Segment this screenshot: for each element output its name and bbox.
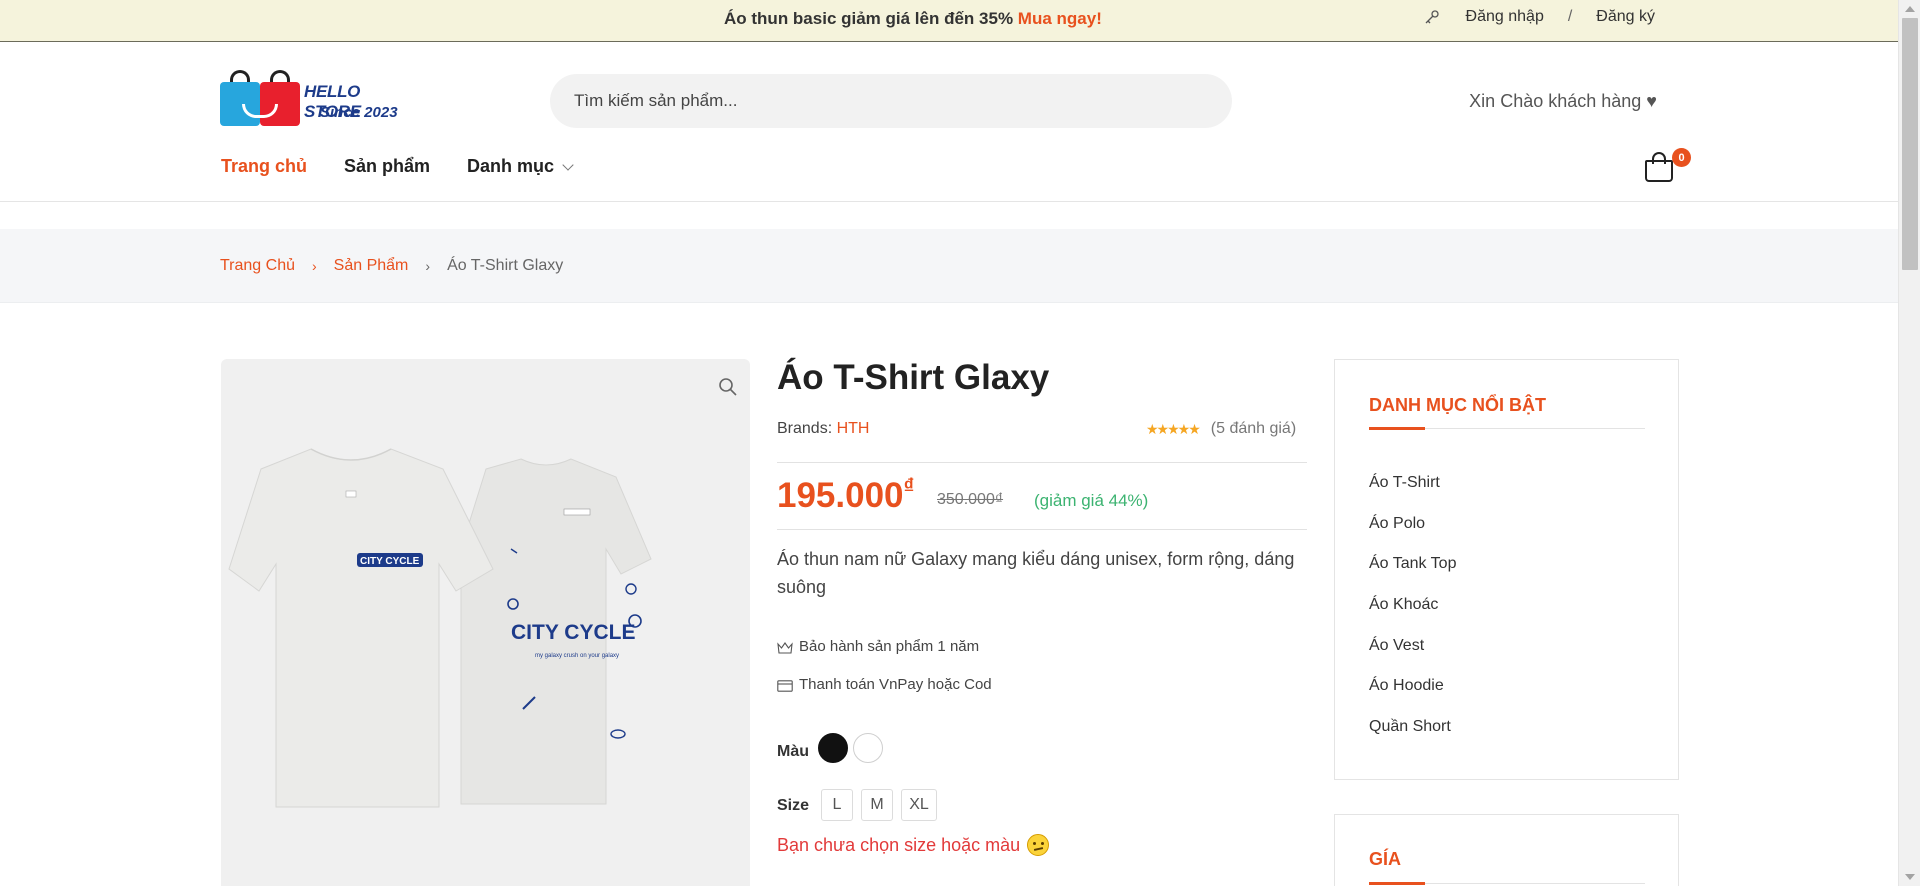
site-header: HELLO STORE Since 2023 Xin Chào khách hà…	[0, 42, 1898, 202]
brand-label: Brands:	[777, 420, 833, 437]
credit-card-icon	[777, 679, 793, 692]
category-link[interactable]: Áo T-Shirt	[1369, 474, 1440, 492]
heading-accent	[1369, 427, 1425, 430]
color-swatch-white[interactable]	[853, 733, 883, 763]
price-currency: ₫	[903, 475, 915, 498]
cart-button[interactable]: 0	[1644, 148, 1691, 186]
tshirt-tagline: my galaxy crush on your galaxy	[535, 653, 619, 659]
promo-text: Áo thun basic giảm giá lên đến 35% Mua n…	[724, 9, 1102, 29]
color-swatch-black[interactable]	[818, 733, 848, 763]
product-brand: Brands: HTH	[777, 420, 869, 438]
breadcrumb-products[interactable]: Sản Phẩm	[334, 257, 409, 275]
brand-link[interactable]: HTH	[837, 420, 870, 437]
category-link[interactable]: Áo Tank Top	[1369, 555, 1456, 573]
color-label: Màu	[777, 743, 809, 760]
announcement-bar: Áo thun basic giảm giá lên đến 35% Mua n…	[0, 0, 1898, 42]
breadcrumb: Trang Chủ › Sản Phẩm › Áo T-Shirt Glaxy	[0, 229, 1898, 303]
category-link[interactable]: Áo Polo	[1369, 515, 1425, 533]
size-option-xl[interactable]: XL	[901, 789, 937, 821]
thinking-face-icon	[1027, 834, 1050, 856]
divider	[777, 462, 1307, 463]
breadcrumb-current: Áo T-Shirt Glaxy	[447, 256, 564, 274]
main-nav: Trang chủ Sản phẩm Danh mục	[221, 156, 574, 177]
original-price: 350.000₫	[937, 491, 1004, 508]
nav-item-home[interactable]: Trang chủ	[221, 156, 307, 177]
product-description: Áo thun nam nữ Galaxy mang kiểu dáng uni…	[777, 549, 1295, 597]
product-image[interactable]: CITY CYCLE CITY CYCLE my galaxy crush on…	[221, 359, 750, 886]
size-option-l[interactable]: L	[821, 789, 853, 821]
heading-accent	[1369, 882, 1425, 885]
perk-payment: Thanh toán VnPay hoặc Cod	[777, 676, 992, 693]
perk-warranty-text: Bảo hành sản phẩm 1 năm	[799, 638, 980, 655]
price-filter-panel: GÍA	[1334, 814, 1679, 886]
key-icon	[1424, 9, 1440, 25]
category-link[interactable]: Áo Vest	[1369, 637, 1424, 655]
product-title: Áo T-Shirt Glaxy	[777, 358, 1050, 397]
rating-stars-icon: ★★★★★	[1146, 420, 1201, 437]
greeting-text: Xin Chào khách hàng ♥	[1469, 91, 1657, 111]
tshirt-logo-small: CITY CYCLE	[360, 556, 420, 567]
crown-icon	[777, 641, 793, 654]
shopping-bag-icon	[1645, 160, 1673, 182]
discount-label: (giảm giá 44%)	[1034, 491, 1149, 510]
auth-separator: /	[1567, 8, 1573, 25]
category-link[interactable]: Áo Hoodie	[1369, 677, 1444, 695]
promo-cta-link[interactable]: Mua ngay!	[1018, 9, 1102, 28]
nav-item-products[interactable]: Sản phẩm	[344, 156, 430, 177]
breadcrumb-separator: ›	[425, 257, 431, 274]
perk-payment-text: Thanh toán VnPay hoặc Cod	[799, 676, 992, 693]
register-link[interactable]: Đăng ký	[1596, 8, 1655, 26]
divider	[777, 529, 1307, 530]
selection-warning: Bạn chưa chọn size hoặc màu	[777, 834, 1050, 856]
store-logo[interactable]: HELLO STORE Since 2023	[220, 70, 415, 130]
scroll-down-arrow-icon[interactable]	[1905, 874, 1915, 880]
zoom-icon[interactable]	[718, 377, 738, 397]
chevron-down-icon	[562, 158, 574, 171]
logo-since: Since 2023	[320, 104, 398, 121]
breadcrumb-separator: ›	[312, 257, 317, 274]
review-count[interactable]: (5 đánh giá)	[1211, 420, 1296, 438]
search-input[interactable]	[550, 74, 1232, 128]
featured-categories-panel: DANH MỤC NỔI BẬT Áo T-Shirt Áo Polo Áo T…	[1334, 359, 1679, 780]
size-option-m[interactable]: M	[861, 789, 893, 821]
breadcrumb-home[interactable]: Trang Chủ	[220, 257, 295, 275]
nav-item-categories-label: Danh mục	[467, 156, 555, 176]
tshirt-illustration: CITY CYCLE CITY CYCLE my galaxy crush on…	[228, 448, 652, 808]
product-rating: ★★★★★ (5 đánh giá)	[1146, 420, 1296, 438]
category-link[interactable]: Quần Short	[1369, 718, 1451, 736]
nav-item-categories[interactable]: Danh mục	[467, 156, 574, 177]
login-link[interactable]: Đăng nhập	[1466, 8, 1544, 26]
category-link[interactable]: Áo Khoác	[1369, 596, 1438, 614]
page-scrollbar[interactable]	[1898, 0, 1920, 886]
categories-heading: DANH MỤC NỔI BẬT	[1369, 395, 1546, 415]
product-price: 195.000₫	[777, 475, 914, 516]
price-value: 195.000	[777, 476, 904, 515]
perk-warranty: Bảo hành sản phẩm 1 năm	[777, 638, 979, 655]
cart-count-badge: 0	[1672, 148, 1691, 167]
price-heading: GÍA	[1369, 849, 1402, 869]
tshirt-logo-large: CITY CYCLE	[511, 621, 635, 644]
size-label: Size	[777, 797, 810, 814]
promo-message: Áo thun basic giảm giá lên đến 35%	[724, 9, 1014, 28]
auth-links: Đăng nhập / Đăng ký	[1424, 8, 1655, 26]
scroll-up-arrow-icon[interactable]	[1905, 6, 1915, 12]
scrollbar-thumb[interactable]	[1902, 18, 1918, 270]
selection-warning-text: Bạn chưa chọn size hoặc màu	[777, 834, 1021, 855]
